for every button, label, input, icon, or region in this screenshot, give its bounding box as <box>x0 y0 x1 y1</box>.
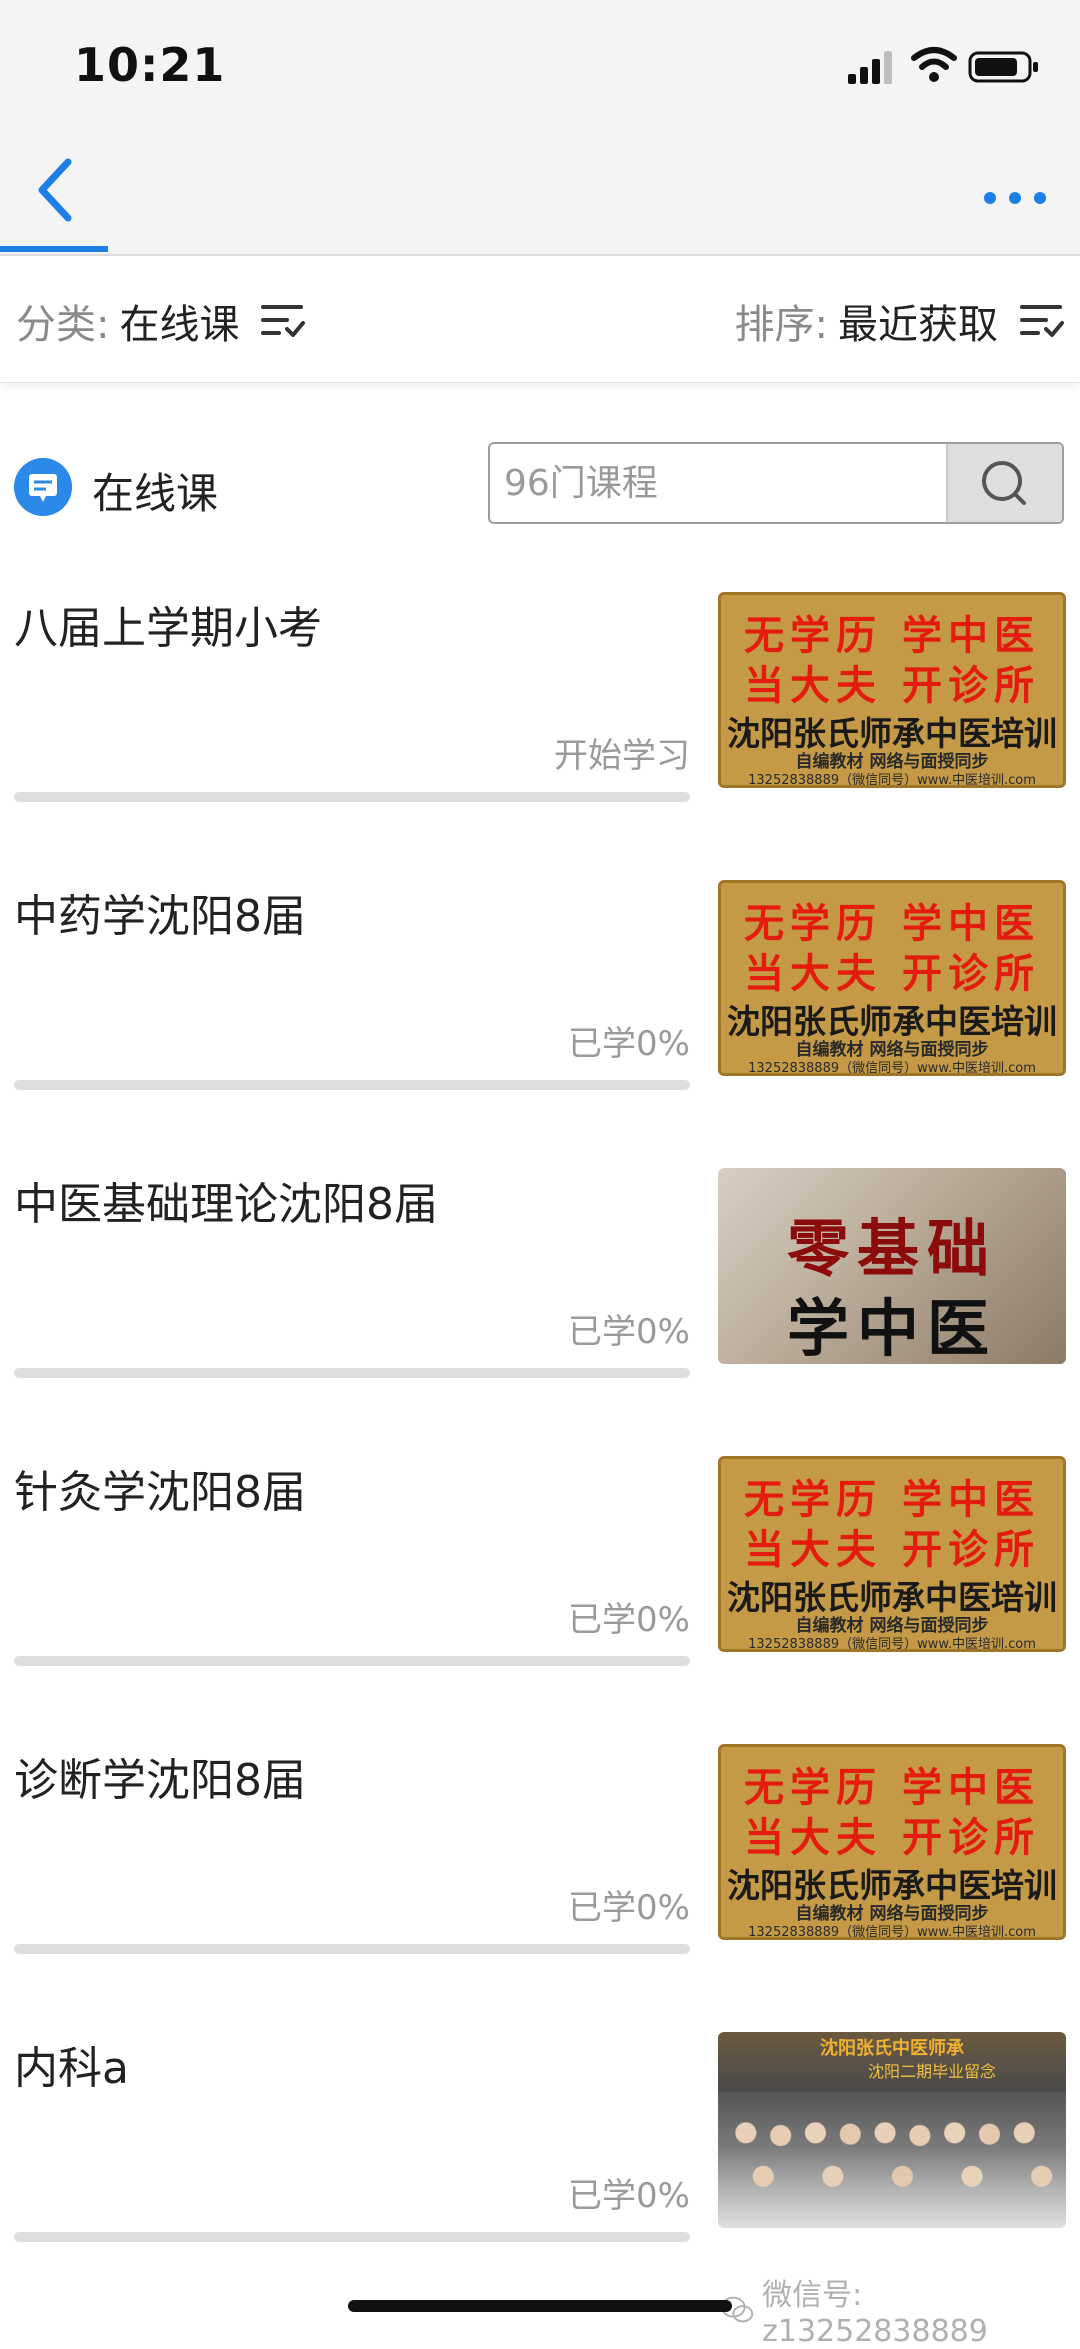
course-thumbnail: 无学历 学中医 当大夫 开诊所 沈阳张氏师承中医培训 自编教材 网络与面授同步 … <box>718 1744 1066 1940</box>
progress-bar <box>14 2232 690 2242</box>
course-title: 诊断学沈阳8届 <box>14 1755 306 1806</box>
course-title: 中药学沈阳8届 <box>14 891 306 942</box>
course-status: 已学0% <box>568 2176 690 2216</box>
course-title: 针灸学沈阳8届 <box>14 1467 306 1518</box>
course-thumbnail: 无学历 学中医 当大夫 开诊所 沈阳张氏师承中医培训 自编教材 网络与面授同步 … <box>718 880 1066 1076</box>
nav-active-indicator <box>0 246 108 252</box>
course-item[interactable]: 八届上学期小考 开始学习 无学历 学中医 当大夫 开诊所 沈阳张氏师承中医培训 … <box>0 592 1080 880</box>
progress-bar <box>14 1368 690 1378</box>
signal-icon <box>848 51 892 84</box>
course-status: 已学0% <box>568 1600 690 1640</box>
section-title: 在线课 <box>92 469 219 518</box>
sort-label: 排序: <box>734 302 828 348</box>
course-item[interactable]: 诊断学沈阳8届 已学0% 无学历 学中医 当大夫 开诊所 沈阳张氏师承中医培训 … <box>0 1744 1080 2032</box>
sort-list-icon <box>1020 305 1064 337</box>
back-chevron-icon[interactable] <box>30 150 80 230</box>
search-input[interactable] <box>490 444 964 522</box>
course-status: 开始学习 <box>554 736 690 776</box>
top-bar: 10:21 <box>0 0 1080 255</box>
thumb-text: 13252838889（微信同号）www.中医培训.com <box>748 773 1036 788</box>
thumb-text: 13252838889（微信同号）www.中医培训.com <box>748 1637 1036 1652</box>
thumb-text: 当大夫 开诊所 <box>744 951 1040 997</box>
course-status: 已学0% <box>568 1024 690 1064</box>
course-search <box>488 442 1064 524</box>
online-course-icon <box>14 458 72 516</box>
sort-value: 最近获取 <box>838 302 998 348</box>
filter-bar: 分类: 在线课 排序: 最近获取 <box>0 256 1080 383</box>
course-item[interactable]: 中医基础理论沈阳8届 已学0% 零基础 学中医 <box>0 1168 1080 1456</box>
search-icon <box>982 461 1026 505</box>
thumb-text: 13252838889（微信同号）www.中医培训.com <box>748 1061 1036 1076</box>
course-item[interactable]: 针灸学沈阳8届 已学0% 无学历 学中医 当大夫 开诊所 沈阳张氏师承中医培训 … <box>0 1456 1080 1744</box>
course-thumbnail: 无学历 学中医 当大夫 开诊所 沈阳张氏师承中医培训 自编教材 网络与面授同步 … <box>718 592 1066 788</box>
category-filter[interactable]: 分类: 在线课 <box>16 292 306 350</box>
course-thumbnail: 无学历 学中医 当大夫 开诊所 沈阳张氏师承中医培训 自编教材 网络与面授同步 … <box>718 1456 1066 1652</box>
thumb-text: 学中医 <box>786 1292 997 1364</box>
thumb-text: 零基础 <box>786 1212 997 1285</box>
category-value: 在线课 <box>119 302 240 348</box>
progress-bar <box>14 1080 690 1090</box>
search-button[interactable] <box>946 444 1062 522</box>
thumb-text: 沈阳张氏中医师承 <box>820 2038 964 2059</box>
course-title: 八届上学期小考 <box>14 603 322 654</box>
status-time: 10:21 <box>74 38 226 92</box>
wifi-icon <box>911 47 957 82</box>
thumb-text: 13252838889（微信同号）www.中医培训.com <box>748 1925 1036 1940</box>
more-options-icon[interactable] <box>980 188 1050 208</box>
thumb-text: 当大夫 开诊所 <box>744 1527 1040 1573</box>
course-title: 内科a <box>14 2043 129 2094</box>
battery-icon <box>968 51 1038 83</box>
group-photo <box>718 2092 1066 2228</box>
progress-bar <box>14 1944 690 1954</box>
course-title: 中医基础理论沈阳8届 <box>14 1179 438 1230</box>
course-thumbnail: 沈阳张氏中医师承 沈阳二期毕业留念 <box>718 2032 1066 2228</box>
course-item[interactable]: 中药学沈阳8届 已学0% 无学历 学中医 当大夫 开诊所 沈阳张氏师承中医培训 … <box>0 880 1080 1168</box>
category-label: 分类: <box>16 302 110 348</box>
wechat-watermark: 微信号: z13252838889 <box>720 2270 1080 2349</box>
progress-bar <box>14 792 690 802</box>
thumb-text: 当大夫 开诊所 <box>744 663 1040 709</box>
course-thumbnail: 零基础 学中医 <box>718 1168 1066 1364</box>
watermark-text: 微信号: z13252838889 <box>762 2278 988 2349</box>
course-status: 已学0% <box>568 1312 690 1352</box>
home-indicator[interactable] <box>348 2300 732 2312</box>
thumb-text: 当大夫 开诊所 <box>744 1815 1040 1861</box>
progress-bar <box>14 1656 690 1666</box>
sort-filter[interactable]: 排序: 最近获取 <box>735 292 1064 350</box>
course-status: 已学0% <box>568 1888 690 1928</box>
thumb-text: 沈阳二期毕业留念 <box>867 2062 996 2081</box>
filter-list-icon <box>261 305 306 337</box>
